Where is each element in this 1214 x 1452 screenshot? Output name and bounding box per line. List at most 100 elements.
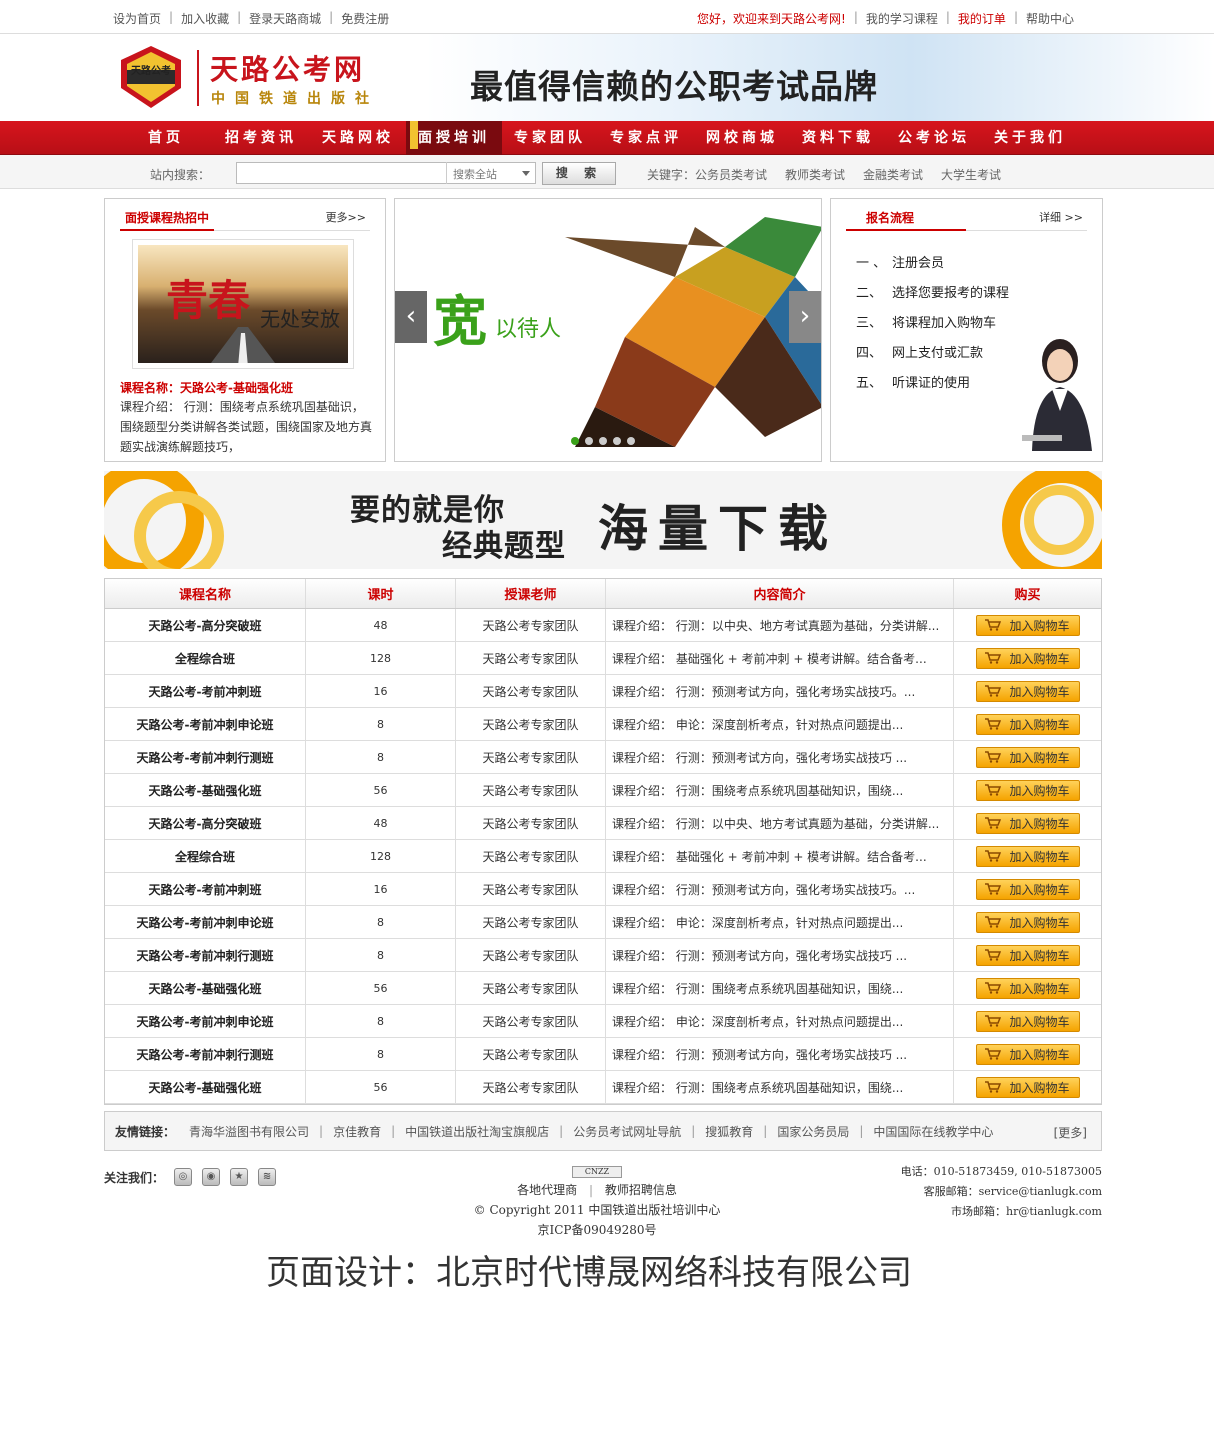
add-to-cart-button[interactable]: 加入购物车 (975, 647, 1080, 669)
hot-course-image[interactable]: 青春 无处安放 (132, 239, 354, 369)
add-to-cart-button[interactable]: 加入购物车 (975, 713, 1080, 735)
course-teacher: 天路公考专家团队 (456, 972, 606, 1004)
course-name[interactable]: 天路公考-基础强化班 (105, 1071, 306, 1103)
agents-link[interactable]: 各地代理商 (517, 1183, 577, 1197)
logo-icon[interactable]: 天路公考 (117, 44, 185, 110)
slider-dot[interactable] (571, 437, 579, 445)
site-name[interactable]: 天路公考网 (210, 48, 365, 88)
course-name[interactable]: 天路公考-考前冲刺班 (105, 873, 306, 905)
friend-link[interactable]: 青海华溢图书有限公司 (189, 1123, 309, 1140)
cart-icon (985, 850, 1002, 862)
add-to-cart-button[interactable]: 加入购物车 (975, 680, 1080, 702)
course-name[interactable]: 天路公考-基础强化班 (105, 972, 306, 1004)
nav-item[interactable]: 资料下载 (790, 121, 886, 155)
hot-course-name[interactable]: 课程名称：天路公考-基础强化班 (120, 379, 293, 396)
search-button[interactable]: 搜 索 (542, 162, 616, 185)
add-to-cart-button[interactable]: 加入购物车 (975, 911, 1080, 933)
cart-icon (985, 1015, 1002, 1027)
friend-link[interactable]: 国家公务员局 (777, 1123, 849, 1140)
add-to-cart-button[interactable]: 加入购物车 (975, 1043, 1080, 1065)
jobs-link[interactable]: 教师招聘信息 (605, 1183, 677, 1197)
add-to-cart-button[interactable]: 加入购物车 (975, 944, 1080, 966)
top-link[interactable]: 加入收藏 (181, 10, 229, 27)
course-name[interactable]: 天路公考-高分突破班 (105, 807, 306, 839)
keywords-label[interactable]: 关键字：公务员类考试 (647, 166, 767, 183)
friend-link[interactable]: 公务员考试网址导航 (573, 1123, 681, 1140)
add-to-cart-button[interactable]: 加入购物车 (975, 977, 1080, 999)
friend-link[interactable]: 中国铁道出版社淘宝旗舰店 (405, 1123, 549, 1140)
top-link[interactable]: 设为首页 (113, 10, 161, 27)
add-to-cart-button[interactable]: 加入购物车 (975, 779, 1080, 801)
top-link[interactable]: 登录天路商城 (249, 10, 321, 27)
nav-item[interactable]: 关于我们 (982, 121, 1078, 155)
nav-item[interactable]: 公考论坛 (886, 121, 982, 155)
course-teacher: 天路公考专家团队 (456, 1071, 606, 1103)
course-name[interactable]: 全程综合班 (105, 840, 306, 872)
search-scope-select[interactable]: 搜索全站 (446, 162, 536, 184)
my-orders-link[interactable]: 我的订单 (958, 10, 1006, 27)
add-to-cart-button[interactable]: 加入购物车 (975, 1076, 1080, 1098)
more-link[interactable]: 更多>> (326, 209, 366, 225)
keyword-link[interactable]: 教师类考试 (785, 166, 845, 183)
add-to-cart-button[interactable]: 加入购物车 (975, 746, 1080, 768)
slider-prev-button[interactable]: ‹ (395, 291, 427, 343)
course-name[interactable]: 全程综合班 (105, 642, 306, 674)
course-name[interactable]: 天路公考-考前冲刺行测班 (105, 1038, 306, 1070)
search-scope-value: 搜索全站 (453, 168, 497, 181)
nav-item[interactable]: 首页 (118, 121, 214, 155)
slider-next-button[interactable]: › (789, 291, 821, 343)
nav-item[interactable]: 面授培训 (406, 121, 502, 155)
slider-dot[interactable] (613, 437, 621, 445)
course-hours: 8 (306, 1038, 456, 1070)
add-to-cart-button[interactable]: 加入购物车 (975, 614, 1080, 636)
publisher-name: 中国铁道出版社 (211, 91, 379, 107)
help-center-link[interactable]: 帮助中心 (1026, 10, 1074, 27)
cnzz-badge[interactable]: CNZZ (572, 1166, 622, 1178)
keyword-link[interactable]: 大学生考试 (941, 166, 1001, 183)
nav-item[interactable]: 招考资讯 (213, 121, 309, 155)
nav-item[interactable]: 专家团队 (502, 121, 598, 155)
friend-link[interactable]: 搜狐教育 (705, 1123, 753, 1140)
friend-links-more[interactable]: [更多] (1054, 1124, 1087, 1141)
slider-dot[interactable] (627, 437, 635, 445)
friend-link[interactable]: 中国国际在线教学中心 (873, 1123, 993, 1140)
nav-item[interactable]: 网校商城 (694, 121, 790, 155)
course-hours: 56 (306, 1071, 456, 1103)
course-name[interactable]: 天路公考-考前冲刺申论班 (105, 1005, 306, 1037)
download-banner[interactable]: 要的就是你 经典题型 海量下载 (104, 471, 1102, 569)
table-row: 天路公考-考前冲刺班 16 天路公考专家团队 课程介绍： 行测：预测考试方向，强化考场… (105, 675, 1101, 708)
service-email: 客服邮箱：service@tianlugk.com (923, 1185, 1102, 1198)
my-courses-link[interactable]: 我的学习课程 (866, 10, 938, 27)
course-teacher: 天路公考专家团队 (456, 873, 606, 905)
course-name[interactable]: 天路公考-考前冲刺行测班 (105, 939, 306, 971)
add-to-cart-button[interactable]: 加入购物车 (975, 1010, 1080, 1032)
top-link[interactable]: 免费注册 (341, 10, 389, 27)
main-nav: 首页 招考资讯 天路网校 面授培训 专家团队 专家点评 网校商城 资料下载 公考论坛 关于我们 (0, 121, 1214, 155)
course-name[interactable]: 天路公考-高分突破班 (105, 609, 306, 641)
slider-dot[interactable] (585, 437, 593, 445)
cart-icon (985, 718, 1002, 730)
search-label: 站内搜索： (150, 168, 211, 182)
slider-dot[interactable] (599, 437, 607, 445)
course-name[interactable]: 天路公考-基础强化班 (105, 774, 306, 806)
add-to-cart-button[interactable]: 加入购物车 (975, 845, 1080, 867)
course-name[interactable]: 天路公考-考前冲刺申论班 (105, 906, 306, 938)
course-teacher: 天路公考专家团队 (456, 609, 606, 641)
signup-panel: 报名流程 详细 >> 一 、注册会员 二、 选择您要报考的课程 三、 将课程加入购物车四… (830, 198, 1103, 462)
nav-item[interactable]: 专家点评 (598, 121, 694, 155)
course-name[interactable]: 天路公考-考前冲刺行测班 (105, 741, 306, 773)
promo-slider[interactable]: ‹ › 宽 以待人 (394, 198, 822, 462)
step-text: 将课程加入购物车 (892, 316, 997, 331)
icp-number[interactable]: 京ICP备09049280号 (0, 1220, 1194, 1240)
add-to-cart-button[interactable]: 加入购物车 (975, 878, 1080, 900)
course-name[interactable]: 天路公考-考前冲刺申论班 (105, 708, 306, 740)
buy-cell: 加入购物车 (954, 906, 1101, 938)
keyword-link[interactable]: 金融类考试 (863, 166, 923, 183)
course-hours: 16 (306, 873, 456, 905)
banner-headline: 海量下载 (598, 499, 838, 558)
course-name[interactable]: 天路公考-考前冲刺班 (105, 675, 306, 707)
detail-link[interactable]: 详细 >> (1039, 209, 1083, 225)
friend-link[interactable]: 京佳教育 (333, 1123, 381, 1140)
nav-item[interactable]: 天路网校 (310, 121, 406, 155)
add-to-cart-button[interactable]: 加入购物车 (975, 812, 1080, 834)
